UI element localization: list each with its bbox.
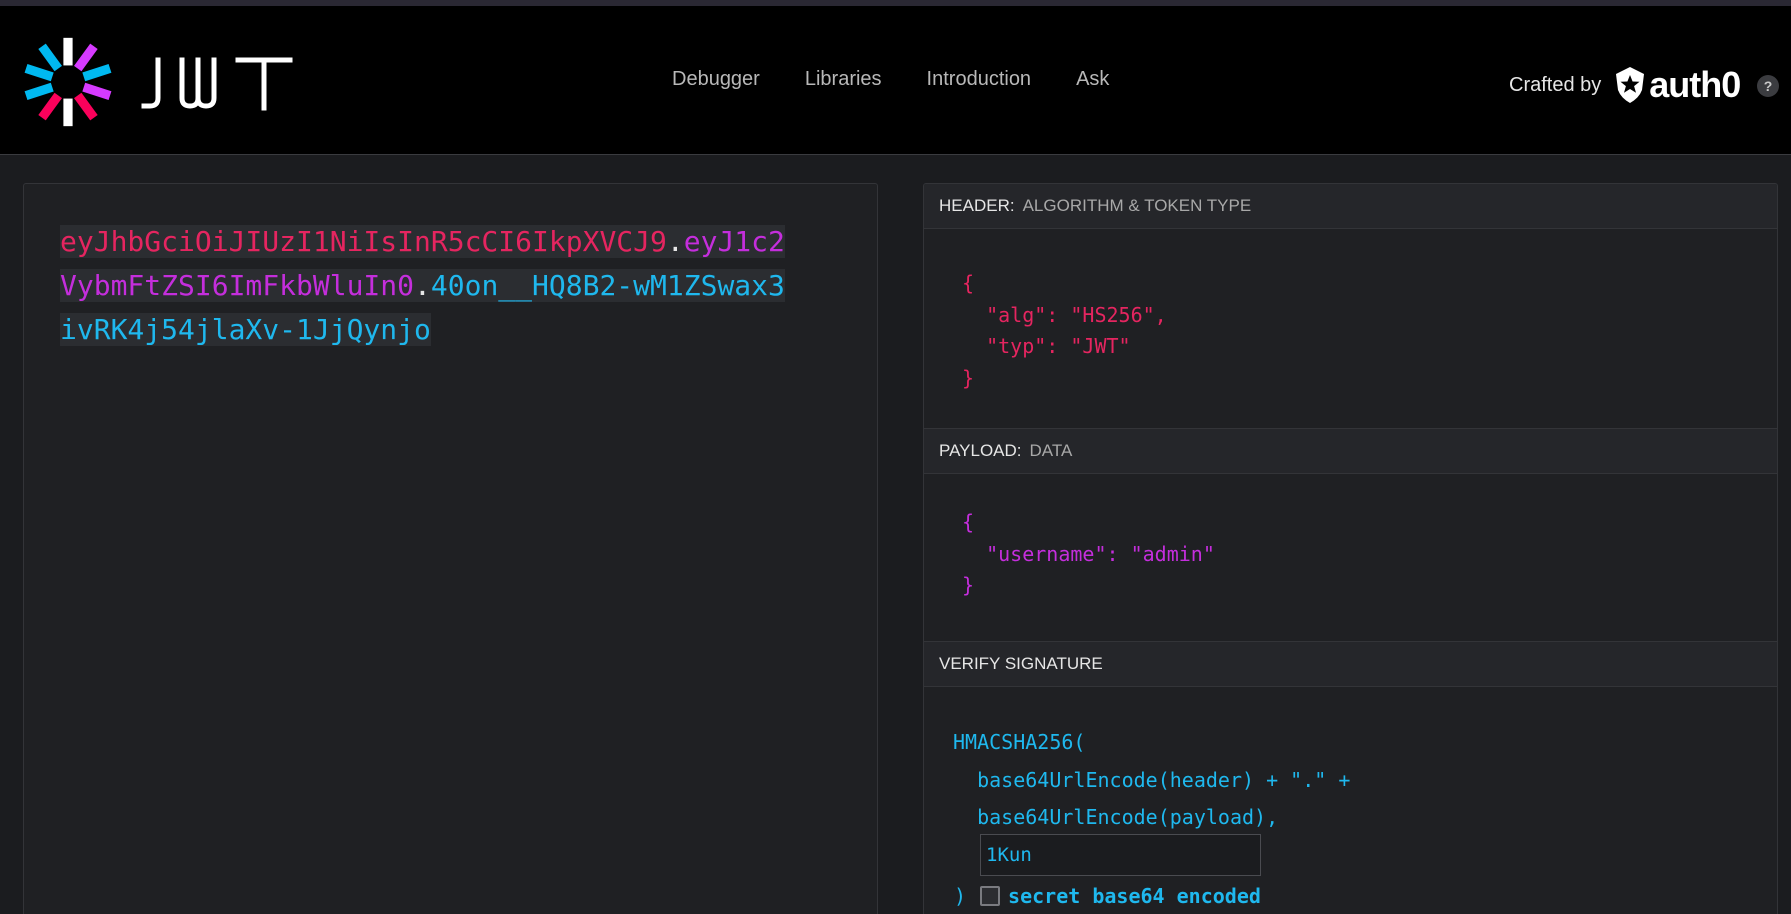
encoded-token-panel[interactable]: eyJhbGciOiJIUzI1NiIsInR5cCI6IkpXVCJ9.eyJ… — [23, 183, 878, 914]
nav-introduction-link[interactable]: Introduction — [927, 68, 1032, 91]
header-json-editor[interactable]: { "alg": "HS256", "typ": "JWT"} — [962, 268, 1167, 394]
header-section-title: HEADER: ALGORITHM & TOKEN TYPE — [924, 184, 1777, 229]
auth0-star-icon — [1616, 67, 1645, 103]
main-menu: Debugger Libraries Introduction Ask — [672, 68, 1109, 91]
nav-debugger-link[interactable]: Debugger — [672, 68, 760, 91]
secret-input[interactable] — [980, 834, 1261, 876]
crafted-by: Crafted by auth0 — [1509, 64, 1741, 105]
secret-base64-checkbox[interactable] — [980, 886, 1001, 906]
token-dot: . — [414, 269, 431, 302]
help-icon[interactable]: ? — [1757, 75, 1779, 97]
token-header-part: eyJhbGciOiJIUzI1NiIsInR5cCI6IkpXVCJ9 — [60, 225, 667, 258]
jwt-logo-icon[interactable] — [22, 36, 114, 128]
verify-section-title: VERIFY SIGNATURE — [924, 641, 1777, 687]
nav-ask-link[interactable]: Ask — [1076, 68, 1109, 91]
auth0-brand-link[interactable]: auth0 — [1613, 64, 1741, 105]
jwt-wordmark-icon — [141, 57, 293, 111]
secret-base64-label[interactable]: secret base64 encoded — [1008, 884, 1261, 908]
encoded-token-text[interactable]: eyJhbGciOiJIUzI1NiIsInR5cCI6IkpXVCJ9.eyJ… — [60, 220, 790, 352]
payload-json-editor[interactable]: { "username": "admin"} — [962, 507, 1215, 602]
token-dot: . — [666, 225, 684, 258]
nav-libraries-link[interactable]: Libraries — [805, 68, 882, 91]
top-navbar: Debugger Libraries Introduction Ask Craf… — [0, 6, 1791, 155]
verify-signature-code: HMACSHA256( base64UrlEncode(header) + ".… — [953, 730, 1351, 829]
crafted-by-label: Crafted by — [1509, 73, 1602, 96]
payload-section-title: PAYLOAD: DATA — [924, 428, 1777, 474]
decoded-panel: HEADER: ALGORITHM & TOKEN TYPE { "alg": … — [923, 183, 1778, 914]
auth0-brand-name: auth0 — [1649, 64, 1741, 105]
secret-base64-row: ) secret base64 encoded — [954, 884, 1261, 908]
